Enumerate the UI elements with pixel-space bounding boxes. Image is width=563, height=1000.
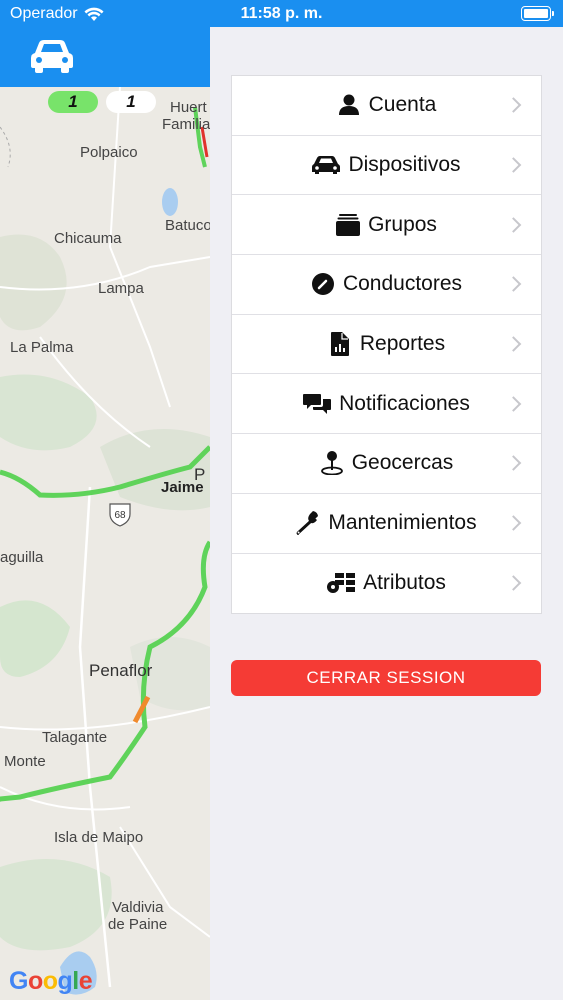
- attributes-icon: [327, 571, 356, 595]
- map-label-talagante: Talagante: [42, 729, 108, 746]
- car-icon: [312, 153, 341, 177]
- offline-count-badge[interactable]: 1: [106, 91, 156, 113]
- logout-button[interactable]: CERRAR SESSION: [231, 660, 541, 696]
- online-count-badge[interactable]: 1: [48, 91, 98, 113]
- menu-item-label: Atributos: [363, 571, 446, 595]
- car-icon[interactable]: [31, 39, 73, 73]
- map-label-familia: Familia: [162, 116, 210, 133]
- map-label-chicauma: Chicauma: [54, 230, 122, 247]
- map-label-valdivia: Valdivia: [112, 899, 164, 916]
- menu-item-reportes[interactable]: Reportes: [232, 315, 541, 375]
- menu-item-dispositivos[interactable]: Dispositivos: [232, 136, 541, 196]
- map-label-penaflor: Penaflor: [89, 661, 153, 680]
- steering-icon: [311, 272, 335, 296]
- google-logo: Google: [9, 967, 93, 995]
- menu-item-geocercas[interactable]: Geocercas: [232, 434, 541, 494]
- chevron-right-icon: [505, 455, 522, 472]
- chevron-right-icon: [505, 396, 522, 412]
- side-menu: Cuenta Dispositivos Grupos Conductores R…: [231, 75, 542, 615]
- map-pin-icon: [320, 451, 344, 476]
- route-shield-label: 68: [114, 510, 126, 521]
- chevron-right-icon: [505, 276, 522, 293]
- map-label-isla-de-maipo: Isla de Maipo: [54, 829, 144, 846]
- map-label-polpaico: Polpaico: [80, 144, 138, 161]
- menu-item-conductores[interactable]: Conductores: [232, 255, 541, 315]
- map-label-jaime: Jaime: [161, 479, 204, 496]
- menu-item-label: Geocercas: [351, 451, 454, 475]
- map-header: [0, 27, 210, 87]
- map-label-la-palma: La Palma: [10, 339, 74, 356]
- map-label-aguilla: aguilla: [0, 549, 44, 566]
- map-label-monte: Monte: [4, 753, 46, 770]
- folder-stack-icon: [336, 213, 361, 237]
- wrench-icon: [296, 511, 320, 536]
- chevron-right-icon: [505, 216, 522, 233]
- map-label-batuco: Batuco: [165, 217, 210, 234]
- chevron-right-icon: [505, 575, 522, 592]
- status-bar: Operador 11:58 p. m.: [0, 0, 563, 27]
- menu-item-label: Cuenta: [368, 93, 437, 117]
- menu-item-label: Conductores: [342, 272, 463, 296]
- menu-item-cuenta[interactable]: Cuenta: [232, 76, 541, 136]
- map-panel[interactable]: 68 1 1 Huert Familia Polpaico Batuco Chi…: [0, 27, 210, 1000]
- menu-item-label: Mantenimientos: [328, 511, 477, 535]
- menu-item-label: Notificaciones: [339, 391, 470, 415]
- status-time: 11:58 p. m.: [240, 5, 323, 22]
- menu-item-atributos[interactable]: Atributos: [232, 554, 541, 614]
- chevron-right-icon: [505, 157, 522, 173]
- menu-item-notificaciones[interactable]: Notificaciones: [232, 374, 541, 435]
- chevron-right-icon: [505, 97, 522, 114]
- chevron-right-icon: [505, 336, 522, 352]
- report-file-icon: [328, 332, 352, 357]
- user-icon: [337, 93, 361, 117]
- chat-bubbles-icon: [303, 392, 332, 416]
- menu-item-label: Reportes: [359, 332, 446, 356]
- map-label-lampa: Lampa: [98, 280, 144, 297]
- map-label-de-paine: de Paine: [108, 916, 168, 933]
- menu-item-label: Dispositivos: [348, 153, 461, 177]
- battery-icon: [521, 6, 554, 21]
- menu-item-grupos[interactable]: Grupos: [232, 195, 541, 256]
- menu-item-mantenimientos[interactable]: Mantenimientos: [232, 494, 541, 554]
- map-label-huertos: Huert: [170, 99, 207, 116]
- menu-item-label: Grupos: [368, 212, 437, 236]
- chevron-right-icon: [505, 515, 522, 531]
